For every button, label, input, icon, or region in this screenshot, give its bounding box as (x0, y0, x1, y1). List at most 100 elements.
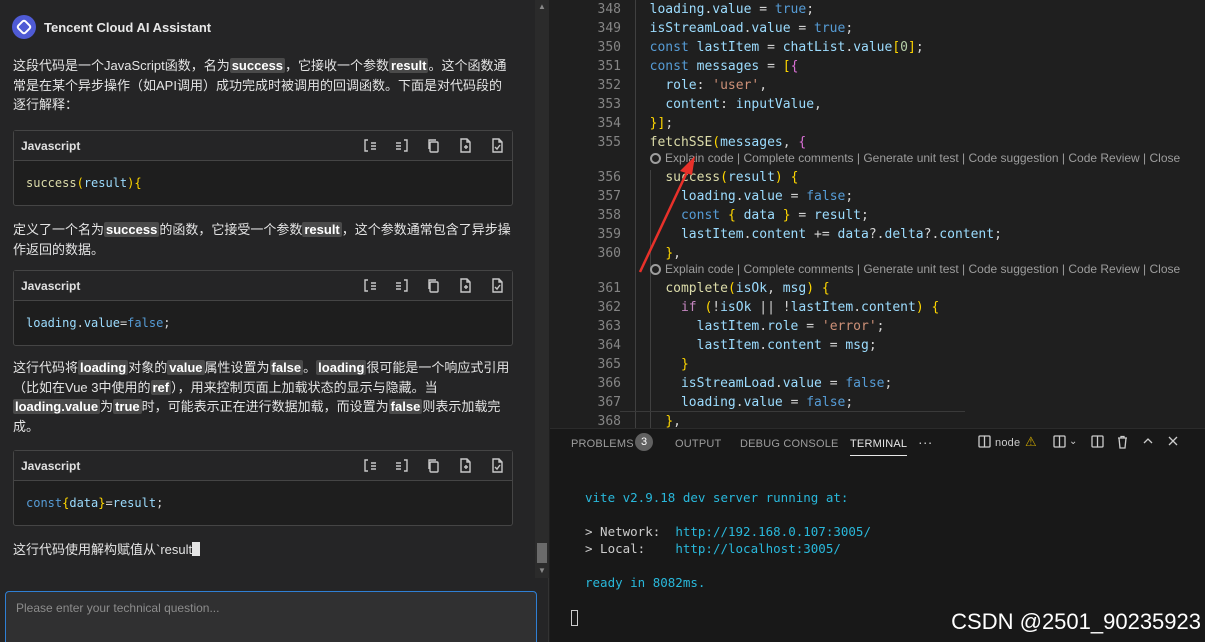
terminal-network-url[interactable]: http://192.168.0.107:3005/ (675, 524, 871, 539)
line-code: }, (665, 246, 681, 261)
message-text: 为 (100, 399, 114, 414)
line-number: 360 (597, 246, 621, 261)
problems-count-badge: 3 (635, 433, 653, 451)
new-file-icon[interactable] (456, 457, 474, 475)
insert-left-icon[interactable] (392, 277, 410, 295)
terminal-local-url[interactable]: http://localhost:3005/ (675, 541, 841, 556)
more-actions-icon[interactable]: ··· (918, 434, 933, 450)
code-line[interactable]: 353 content: inputValue, (550, 95, 1205, 114)
assistant-title: Tencent Cloud AI Assistant (44, 19, 212, 35)
inline-code: true (113, 399, 142, 414)
trash-icon[interactable] (1116, 435, 1129, 452)
code-line[interactable]: 348 loading.value = true; (550, 0, 1205, 19)
chevron-up-icon[interactable] (1142, 435, 1154, 450)
code-language-label: Javascript (21, 458, 81, 473)
apply-icon[interactable] (488, 457, 506, 475)
line-code: fetchSSE(messages, { (649, 135, 807, 150)
code-line[interactable]: 358 const { data } = result; (550, 206, 1205, 225)
code-line[interactable]: 367 loading.value = false; (550, 393, 1205, 412)
code-line[interactable]: 356 success(result) { (550, 168, 1205, 187)
editor-h-scrollbar[interactable] (620, 411, 965, 412)
terminal-output[interactable]: vite v2.9.18 dev server running at: > Ne… (585, 489, 871, 591)
inline-code: result (302, 222, 342, 237)
line-code: lastItem.role = 'error'; (696, 319, 885, 334)
code-line[interactable]: 349 isStreamLoad.value = true; (550, 19, 1205, 38)
gear-icon (650, 152, 661, 164)
code-line[interactable]: 363 lastItem.role = 'error'; (550, 317, 1205, 336)
line-number: 367 (597, 395, 621, 410)
tab-problems[interactable]: PROBLEMS (571, 438, 634, 450)
code-line[interactable]: 351 const messages = [{ (550, 57, 1205, 76)
code-line[interactable]: 350 const lastItem = chatList.value[0]; (550, 38, 1205, 57)
question-input[interactable] (16, 601, 516, 615)
scroll-down-arrow-icon[interactable]: ▼ (538, 566, 546, 575)
line-number: 358 (597, 208, 621, 223)
question-input-box[interactable] (5, 591, 537, 642)
line-number: 353 (597, 97, 621, 112)
code-line[interactable]: 366 isStreamLoad.value = false; (550, 374, 1205, 393)
codelens-actions[interactable]: Explain code | Complete comments | Gener… (650, 261, 1180, 277)
terminal-split-icon[interactable] (978, 435, 991, 451)
apply-icon[interactable] (488, 137, 506, 155)
line-code: } (680, 357, 689, 372)
tab-debug-console[interactable]: DEBUG CONSOLE (740, 438, 839, 450)
code-line[interactable]: 352 role: 'user', (550, 76, 1205, 95)
copy-icon[interactable] (424, 277, 442, 295)
assistant-logo-icon (12, 15, 36, 39)
chat-scrollbar[interactable]: ▲ ▼ (535, 0, 549, 578)
code-line[interactable]: 362 if (!isOk || !lastItem.content) { (550, 298, 1205, 317)
line-number: 364 (597, 338, 621, 353)
line-code: }, (665, 414, 681, 428)
line-number: 362 (597, 300, 621, 315)
inline-code: false (269, 360, 304, 375)
inline-code: loading (316, 360, 367, 375)
message-text: ），用来控制页面上加载状态的显示与隐藏。当 (171, 379, 438, 395)
insert-left-icon[interactable] (392, 137, 410, 155)
message-text: 定义了一个名为 (13, 222, 105, 237)
terminal-line: vite v2.9.18 dev server running at: (585, 490, 849, 505)
split-terminal-icon[interactable] (1091, 435, 1104, 451)
code-snippet: const { data } = result; (26, 496, 164, 510)
code-language-label: Javascript (21, 138, 81, 153)
line-code: if (!isOk || !lastItem.content) { (680, 300, 940, 315)
tab-output[interactable]: OUTPUT (675, 438, 721, 450)
terminal-ready-line: ready in 8082ms. (585, 575, 706, 590)
new-file-icon[interactable] (456, 277, 474, 295)
line-code: content: inputValue, (665, 97, 822, 112)
typing-cursor (192, 542, 201, 556)
chevron-down-icon[interactable]: ⌄ (1069, 436, 1077, 447)
copy-icon[interactable] (424, 137, 442, 155)
apply-icon[interactable] (488, 277, 506, 295)
codelens-text[interactable]: Explain code | Complete comments | Gener… (665, 262, 1180, 276)
codelens-actions[interactable]: Explain code | Complete comments | Gener… (650, 150, 1180, 166)
warning-icon[interactable]: ⚠ (1025, 434, 1037, 450)
terminal-local-label: > Local: (585, 541, 676, 556)
scroll-up-arrow-icon[interactable]: ▲ (538, 2, 546, 11)
insert-icon[interactable] (360, 457, 378, 475)
code-editor[interactable]: 348 loading.value = true; 349 isStreamLoa… (550, 0, 1205, 428)
code-line[interactable]: 361 complete(isOk, msg) { (550, 279, 1205, 298)
new-file-icon[interactable] (456, 137, 474, 155)
codelens-text[interactable]: Explain code | Complete comments | Gener… (665, 151, 1180, 165)
line-number: 366 (597, 376, 621, 391)
close-icon[interactable] (1167, 435, 1179, 450)
tab-terminal[interactable]: TERMINAL (850, 438, 908, 456)
code-line[interactable]: 354 }]; (550, 114, 1205, 133)
line-number: 368 (597, 414, 621, 428)
code-line[interactable]: 365 } (550, 355, 1205, 374)
insert-icon[interactable] (360, 277, 378, 295)
code-line[interactable]: 357 loading.value = false; (550, 187, 1205, 206)
line-code: loading.value = false; (680, 395, 854, 410)
terminal-layout-icon[interactable] (1053, 435, 1066, 451)
copy-icon[interactable] (424, 457, 442, 475)
insert-left-icon[interactable] (392, 457, 410, 475)
terminal-name[interactable]: node (995, 437, 1020, 449)
panel-tab-bar: PROBLEMS 3 OUTPUT DEBUG CONSOLE TERMINAL… (550, 429, 1205, 459)
inline-code: success (229, 58, 286, 73)
insert-icon[interactable] (360, 137, 378, 155)
scroll-thumb[interactable] (537, 543, 547, 563)
code-line[interactable]: 364 lastItem.content = msg; (550, 336, 1205, 355)
code-line[interactable]: 368 }, (550, 412, 1205, 428)
code-line[interactable]: 359 lastItem.content += data?.delta?.con… (550, 225, 1205, 244)
code-block-header: Javascript (14, 271, 512, 301)
